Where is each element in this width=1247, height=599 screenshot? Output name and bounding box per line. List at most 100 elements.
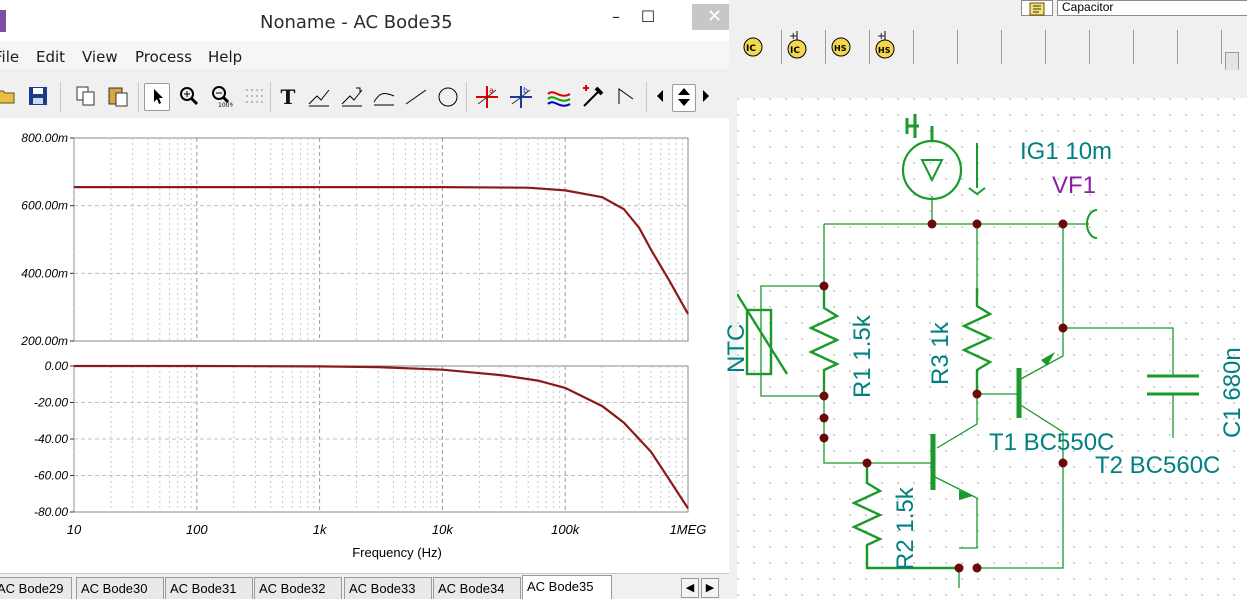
- r2-label[interactable]: R2 1.5k: [892, 487, 920, 570]
- text-icon[interactable]: T: [276, 84, 300, 110]
- svg-text:IC: IC: [746, 44, 756, 54]
- corner-icon[interactable]: [614, 84, 638, 110]
- window-divider: [729, 0, 737, 599]
- r1-label[interactable]: R1 1.5k: [849, 315, 877, 398]
- open-icon[interactable]: [0, 84, 18, 110]
- hs-plus-meter-button[interactable]: HS +: [869, 30, 914, 64]
- nav-left-icon[interactable]: [652, 84, 668, 110]
- schematic-canvas[interactable]: IG1 10m VF1 R1 1.5k R3 1k R2 1.5k T1 BC5…: [737, 98, 1247, 599]
- schematic-drawing: [737, 98, 1247, 599]
- component-icon[interactable]: [1021, 0, 1053, 16]
- marker-a-icon[interactable]: a: [474, 84, 498, 110]
- gain-plot: 800.00m 600.00m 400.00m 200.00m: [20, 131, 689, 348]
- y-tick-label: -40.00: [34, 432, 68, 446]
- svg-text:a: a: [489, 86, 494, 95]
- app-icon: [0, 10, 6, 32]
- menu-help[interactable]: Help: [208, 48, 242, 66]
- phase-plot: 0.00 -20.00 -40.00 -60.00 -80.00: [34, 359, 689, 519]
- cursor-a-icon[interactable]: [307, 84, 331, 110]
- t2-label[interactable]: T2 BC560C: [1095, 452, 1220, 480]
- toolbar-slot-11[interactable]: [1177, 30, 1222, 64]
- svg-text:b: b: [523, 86, 528, 95]
- probe-icon[interactable]: [580, 84, 604, 110]
- line-icon[interactable]: [404, 84, 428, 110]
- menu-file[interactable]: File: [0, 48, 19, 66]
- bode-plot[interactable]: 800.00m 600.00m 400.00m 200.00m 0.00 -20.00 -…: [0, 118, 729, 573]
- menu-view[interactable]: View: [82, 48, 118, 66]
- toolbar-slot-5[interactable]: [913, 30, 958, 64]
- bode-window: Noname - AC Bode35 – ☐ ✕ File Edit View …: [0, 0, 729, 599]
- svg-text:HS: HS: [878, 46, 891, 55]
- ntc-label-clipped[interactable]: NTC: [723, 324, 751, 373]
- ic-plus-meter-button[interactable]: IC +: [781, 30, 826, 64]
- bode-plot-area[interactable]: 800.00m 600.00m 400.00m 200.00m 0.00 -20.00 -…: [0, 118, 729, 573]
- y-tick-label: 400.00m: [21, 266, 68, 280]
- x-tick-label: 1k: [313, 522, 328, 537]
- menu-process[interactable]: Process: [135, 48, 192, 66]
- svg-text:HS: HS: [834, 44, 847, 53]
- y-tick-label: 0.00: [45, 359, 69, 373]
- y-tick-label: -60.00: [34, 469, 68, 483]
- toolbar-slot-10[interactable]: [1133, 30, 1178, 64]
- toolbar-slot-9[interactable]: [1089, 30, 1134, 64]
- x-tick-label: 1MEG: [670, 522, 707, 537]
- toolbar: 100% T a b: [0, 72, 729, 118]
- hs-meter-button[interactable]: HS: [825, 30, 870, 64]
- save-icon[interactable]: [26, 84, 50, 110]
- tab-ac-bode31[interactable]: AC Bode31: [165, 577, 253, 599]
- svg-text:+: +: [877, 31, 885, 42]
- title-bar[interactable]: Noname - AC Bode35 – ☐ ✕: [0, 0, 729, 42]
- marker-b-icon[interactable]: b: [508, 84, 532, 110]
- tab-ac-bode35[interactable]: AC Bode35: [522, 575, 612, 599]
- plot-frame: [73, 137, 689, 342]
- close-button[interactable]: ✕: [692, 4, 729, 30]
- y-tick-label: -20.00: [34, 396, 68, 410]
- tab-scroll-right-icon[interactable]: ▶: [701, 578, 719, 598]
- tab-ac-bode30[interactable]: AC Bode30: [76, 577, 164, 599]
- svg-text:IC: IC: [790, 46, 800, 56]
- cursor-b-icon[interactable]: [340, 84, 364, 110]
- vf1-label[interactable]: VF1: [1052, 172, 1096, 200]
- y-tick-label: 200.00m: [20, 334, 68, 348]
- tab-ac-bode33[interactable]: AC Bode33: [344, 577, 432, 599]
- nav-right-icon[interactable]: [698, 84, 714, 110]
- x-tick-label: 10k: [432, 522, 454, 537]
- y-tick-label: 600.00m: [21, 199, 68, 213]
- schematic-top-bar: Capacitor: [737, 0, 1247, 30]
- zoom-out-icon[interactable]: 100%: [209, 84, 235, 110]
- tab-ac-bode34[interactable]: AC Bode34: [433, 577, 521, 599]
- x-axis-label: Frequency (Hz): [352, 545, 442, 560]
- circle-icon[interactable]: [436, 84, 460, 110]
- zoom-in-icon[interactable]: [177, 84, 201, 110]
- tab-ac-bode32[interactable]: AC Bode32: [254, 577, 342, 599]
- copy-icon[interactable]: [74, 84, 98, 110]
- window-title: Noname - AC Bode35: [260, 12, 453, 33]
- x-tick-labels: 10 100 1k 10k 100k 1MEG: [67, 522, 707, 537]
- menu-bar: File Edit View Process Help: [0, 43, 729, 69]
- component-combo[interactable]: Capacitor: [1057, 0, 1247, 16]
- tab-scroll-left-icon[interactable]: ◀: [681, 578, 699, 598]
- pointer-icon[interactable]: [144, 83, 170, 111]
- ic-meter-button[interactable]: IC: [737, 30, 782, 64]
- c1-label[interactable]: C1 680n: [1219, 347, 1247, 438]
- maximize-button[interactable]: ☐: [628, 6, 668, 28]
- menu-edit[interactable]: Edit: [36, 48, 65, 66]
- x-tick-label: 100k: [551, 522, 581, 537]
- tab-bar: AC Bode29 AC Bode30 AC Bode31 AC Bode32 …: [0, 573, 729, 599]
- schematic-toolbar-gap: [737, 70, 1247, 98]
- svg-text:100%: 100%: [218, 102, 233, 108]
- curves-icon[interactable]: [546, 84, 571, 110]
- ig1-label[interactable]: IG1 10m: [1020, 138, 1112, 166]
- nav-updown-icon[interactable]: [672, 84, 696, 112]
- grid-icon[interactable]: [242, 84, 266, 110]
- toolbar-slot-8[interactable]: [1045, 30, 1090, 64]
- axis-icon[interactable]: [372, 84, 396, 110]
- schematic-window: Capacitor IC IC + HS HS + IG1 10m VF1 R1…: [737, 0, 1247, 599]
- toolbar-slot-6[interactable]: [957, 30, 1002, 64]
- tab-ac-bode29[interactable]: AC Bode29: [0, 577, 72, 599]
- schematic-toolbar: IC IC + HS HS +: [737, 30, 1247, 94]
- paste-icon[interactable]: [106, 84, 130, 110]
- toolbar-slot-7[interactable]: [1001, 30, 1046, 64]
- x-tick-label: 100: [186, 522, 208, 537]
- r3-label[interactable]: R3 1k: [927, 322, 955, 385]
